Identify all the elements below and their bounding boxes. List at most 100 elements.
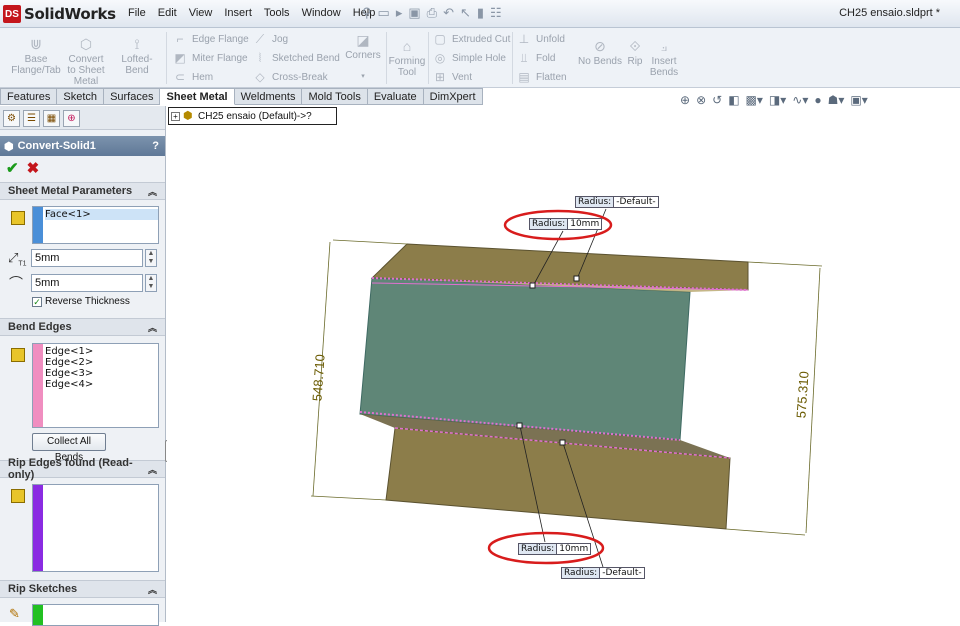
list-item[interactable]: Edge<1> (45, 346, 93, 357)
previous-view-icon[interactable]: ↺ (712, 93, 722, 107)
lofted-bend-button[interactable]: ⟟ Lofted-Bend (110, 36, 164, 76)
expand-icon[interactable]: + (171, 111, 180, 121)
extruded-cut-button[interactable]: ▢ Extruded Cut (432, 30, 510, 48)
rip-sketches-list[interactable] (32, 604, 159, 626)
save-icon[interactable]: ▣ (408, 5, 420, 21)
display-style-icon[interactable]: ◨▾ (769, 93, 786, 107)
bend-radius-field[interactable]: 5mm (31, 274, 143, 292)
zoom-to-fit-icon[interactable]: ⊕ (680, 93, 690, 107)
collect-all-bends-button[interactable]: Collect All Bends (32, 433, 106, 463)
no-bends-icon: ⊘ (594, 38, 606, 54)
undo-icon[interactable]: ↶ (443, 5, 454, 21)
reverse-thickness-checkbox[interactable]: ✓ Reverse Thickness (32, 296, 130, 307)
dimxpert-manager-tab-icon[interactable]: ⊕ (63, 110, 80, 127)
bend-handle[interactable] (559, 439, 566, 446)
edge-flange-button[interactable]: ⌐ Edge Flange (172, 30, 248, 48)
simple-hole-icon: ◎ (434, 51, 446, 65)
fold-button[interactable]: ⫫ Fold (516, 49, 556, 67)
dimension-575[interactable]: 575.310 (793, 371, 811, 419)
miter-flange-button[interactable]: ◩ Miter Flange (172, 49, 247, 67)
tab-sketch[interactable]: Sketch (57, 88, 105, 105)
bend-edges-list[interactable]: Edge<1> Edge<2> Edge<3> Edge<4> (32, 343, 159, 428)
jog-button[interactable]: ⟋ Jog (252, 30, 288, 48)
menu-insert[interactable]: Insert (218, 7, 258, 19)
bend-handle[interactable] (529, 282, 536, 289)
bend-handle[interactable] (516, 422, 523, 429)
radius-callout-bottom[interactable]: Radius: 10mm (518, 543, 592, 555)
unfold-button[interactable]: ⊥ Unfold (516, 30, 565, 48)
list-item[interactable]: Edge<2> (45, 357, 93, 368)
graphics-area[interactable]: 548.710 575.310 Radius: -Default- Radius… (167, 106, 960, 622)
collapse-chevron-icon[interactable]: ︽ (148, 463, 157, 476)
menu-file[interactable]: File (122, 7, 152, 19)
bend-handle[interactable] (573, 275, 580, 282)
tab-sheet-metal[interactable]: Sheet Metal (160, 88, 235, 105)
base-flange-button[interactable]: ⋓ Base Flange/Tab (8, 36, 64, 76)
hem-button[interactable]: ⊂ Hem (172, 68, 213, 86)
rip-button[interactable]: ⟐ Rip (624, 38, 646, 67)
solidworks-logo[interactable]: DS SolidWorks (3, 3, 116, 25)
corners-dropdown-icon[interactable]: ▾ (342, 71, 384, 82)
menu-view[interactable]: View (183, 7, 219, 19)
tab-weldments[interactable]: Weldments (234, 88, 303, 105)
new-document-icon[interactable]: ▭ (378, 5, 390, 21)
convert-to-sheet-metal-button[interactable]: ⬡ Convert to Sheet Metal (66, 36, 106, 87)
list-item[interactable]: Edge<4> (45, 379, 93, 390)
feature-tree-flyout[interactable]: + ⬢ CH25 ensaio (Default)->? (168, 107, 337, 125)
list-item[interactable]: Face<1> (45, 209, 158, 220)
collapse-chevron-icon[interactable]: ︽ (148, 321, 157, 334)
edit-appearance-icon[interactable]: ● (814, 93, 821, 107)
cross-break-button[interactable]: ◇ Cross-Break (252, 68, 327, 86)
radius-callout-default-top[interactable]: Radius: -Default- (575, 196, 659, 208)
vent-button[interactable]: ⊞ Vent (432, 68, 472, 86)
dimension-548[interactable]: 548.710 (309, 354, 327, 402)
rebuild-icon[interactable]: ▮ (477, 5, 484, 21)
section-view-icon[interactable]: ◧ (728, 93, 739, 107)
apply-scene-icon[interactable]: ☗▾ (828, 93, 845, 107)
help-icon[interactable]: ? (152, 140, 159, 152)
flatten-button[interactable]: ▤ Flatten (516, 68, 566, 86)
thickness-stepper[interactable]: ▲ ▼ (145, 249, 157, 267)
configuration-manager-tab-icon[interactable]: ▦ (43, 110, 60, 127)
sheet-metal-parameters-header[interactable]: Sheet Metal Parameters ︽ (0, 182, 165, 200)
insert-bends-button[interactable]: ⟓ Insert Bends (648, 38, 680, 78)
cancel-button[interactable]: ✖ (27, 159, 40, 177)
tab-mold-tools[interactable]: Mold Tools (302, 88, 368, 105)
view-settings-icon[interactable]: ▣▾ (850, 93, 867, 107)
radius-callout-default-bottom[interactable]: Radius: -Default- (561, 567, 645, 579)
feature-manager-tab-icon[interactable]: ⚙ (3, 110, 20, 127)
tab-evaluate[interactable]: Evaluate (367, 88, 424, 105)
list-item[interactable]: Edge<3> (45, 368, 93, 379)
tab-dimxpert[interactable]: DimXpert (423, 88, 483, 105)
rip-sketches-header[interactable]: Rip Sketches ︽ (0, 580, 165, 598)
pin-icon[interactable]: ⚲ (362, 5, 372, 21)
menu-tools[interactable]: Tools (258, 7, 296, 19)
radius-callout-top[interactable]: Radius: 10mm (529, 218, 603, 230)
menu-edit[interactable]: Edit (152, 7, 183, 19)
sketched-bend-button[interactable]: ⦚ Sketched Bend (252, 49, 340, 67)
tab-surfaces[interactable]: Surfaces (104, 88, 161, 105)
fixed-face-list[interactable]: Face<1> (32, 206, 159, 244)
bend-edges-header[interactable]: Bend Edges ︽ (0, 318, 165, 336)
forming-tool-button[interactable]: ⌂ Forming Tool (388, 38, 426, 78)
simple-hole-button[interactable]: ◎ Simple Hole (432, 49, 506, 67)
ok-button[interactable]: ✔ (6, 159, 19, 177)
open-icon[interactable]: ▸ (396, 5, 403, 21)
tab-features[interactable]: Features (0, 88, 58, 105)
collapse-chevron-icon[interactable]: ︽ (148, 583, 157, 596)
thickness-field[interactable]: 5mm (31, 249, 143, 267)
select-icon[interactable]: ↖ (460, 5, 471, 21)
rip-edges-icon (11, 489, 25, 503)
zoom-to-area-icon[interactable]: ⊗ (696, 93, 706, 107)
no-bends-button[interactable]: ⊘ No Bends (578, 38, 622, 67)
menu-window[interactable]: Window (296, 7, 347, 19)
options-icon[interactable]: ☷ (490, 5, 502, 21)
collapse-chevron-icon[interactable]: ︽ (148, 185, 157, 198)
bend-radius-stepper[interactable]: ▲ ▼ (145, 274, 157, 292)
view-orientation-icon[interactable]: ▩▾ (746, 93, 763, 107)
hide-show-icon[interactable]: ∿▾ (792, 93, 808, 107)
rip-edges-found-header[interactable]: Rip Edges found (Read-only) ︽ (0, 457, 165, 481)
print-icon[interactable]: ⎙ (427, 5, 437, 21)
property-manager-tab-icon[interactable]: ☰ (23, 110, 40, 127)
corners-button[interactable]: ◪ Corners ▾ (342, 32, 384, 82)
